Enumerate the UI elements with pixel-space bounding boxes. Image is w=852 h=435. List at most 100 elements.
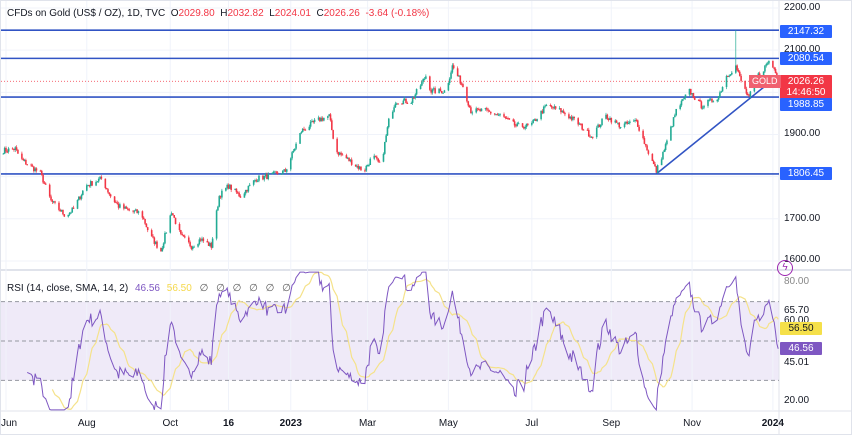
candle-body: [682, 99, 684, 101]
candle-body: [336, 138, 338, 153]
candle-body: [527, 123, 529, 125]
level-tag-2147[interactable]: 2147.32: [780, 25, 832, 38]
candle-body: [182, 235, 185, 237]
candle-body: [125, 206, 128, 209]
candle-body: [654, 164, 656, 167]
candle-body: [406, 102, 409, 104]
candle-body: [295, 143, 297, 149]
candle-body: [221, 190, 223, 198]
rsi-ma-tag: 56.50: [780, 322, 822, 335]
candle-body: [636, 120, 639, 127]
candle-body: [187, 237, 190, 243]
candle-body: [476, 108, 479, 110]
rsi-extra-1: ∅: [216, 283, 225, 294]
candle-body: [211, 238, 214, 248]
candle-body: [554, 106, 557, 109]
candle-body: [731, 72, 733, 75]
candle-body: [774, 68, 777, 74]
candle-body: [108, 192, 111, 195]
candle-body: [304, 129, 307, 131]
candle-body: [128, 209, 130, 211]
candle-body: [22, 158, 25, 161]
time-tick: May: [438, 418, 458, 429]
candle-body: [517, 123, 520, 125]
rsi-legend[interactable]: RSI (14, close, SMA, 14, 2) 46.56 56.50 …: [7, 283, 291, 294]
candle-body: [550, 105, 553, 108]
close-value: 2026.26: [323, 8, 360, 19]
candle-body: [489, 111, 492, 114]
candle-body: [521, 123, 524, 127]
candle-body: [487, 109, 489, 111]
candle-body: [485, 108, 488, 110]
candle-body: [674, 115, 676, 118]
candle-body: [701, 107, 704, 109]
candle-body: [443, 90, 446, 93]
candle-body: [749, 91, 752, 97]
candle-body: [62, 209, 64, 215]
candle-body: [729, 74, 732, 76]
candle-body: [766, 63, 769, 65]
candle-body: [105, 188, 108, 190]
candle-body: [31, 165, 34, 167]
candle-body: [156, 241, 158, 248]
candle-body: [285, 169, 288, 172]
candle-body: [82, 190, 84, 195]
candle-body: [25, 159, 27, 165]
chart-canvas[interactable]: [1, 1, 852, 435]
time-tick: Jul: [525, 418, 539, 429]
candle-body: [577, 118, 579, 125]
candle-body: [699, 99, 701, 102]
candle-body: [97, 178, 100, 182]
chart-window[interactable]: CFDs on Gold (US$ / OZ), 1D, TVC O2029.8…: [0, 0, 852, 435]
candle-body: [340, 152, 342, 155]
candle-body: [764, 65, 766, 72]
candle-body: [303, 128, 305, 130]
candle-body: [368, 164, 370, 166]
candle-body: [737, 70, 740, 72]
candle-body: [291, 152, 293, 159]
candle-body: [671, 126, 674, 128]
candle-body: [466, 87, 468, 102]
level-tag-1988[interactable]: 1988.85: [780, 98, 832, 111]
candle-body: [423, 78, 426, 80]
candle-body: [410, 102, 413, 104]
candle-body: [587, 129, 590, 137]
candle-body: [35, 168, 38, 171]
candle-body: [684, 94, 687, 98]
candle-body: [627, 122, 630, 124]
candle-body: [58, 202, 60, 210]
candle-body: [447, 83, 450, 91]
candle-body: [459, 75, 462, 84]
candle-body: [442, 92, 444, 94]
candle-body: [513, 121, 516, 126]
candle-body: [293, 148, 296, 151]
candle-body: [448, 78, 451, 84]
candle-body: [67, 214, 70, 217]
candle-body: [740, 75, 742, 81]
candle-body: [532, 119, 534, 123]
candle-body: [692, 93, 695, 99]
candle-body: [656, 165, 659, 173]
candle-body: [439, 88, 442, 92]
candle-body: [391, 111, 394, 119]
candle-body: [524, 126, 527, 129]
candle-body: [100, 176, 103, 179]
candle-body: [562, 110, 565, 114]
candle-body: [80, 194, 83, 199]
lightning-icon[interactable]: ϟ: [777, 260, 793, 276]
rsi-tick: 80.00: [784, 276, 810, 287]
level-tag-1806[interactable]: 1806.45: [780, 167, 832, 180]
candle-body: [225, 187, 227, 191]
candle-body: [173, 215, 176, 218]
candle-body: [113, 196, 116, 203]
candle-body: [397, 103, 399, 105]
candle-body: [193, 246, 195, 248]
candle-body: [419, 85, 422, 90]
candle-body: [30, 164, 32, 166]
candle-body: [271, 172, 274, 174]
candle-body: [672, 117, 675, 127]
level-tag-2080[interactable]: 2080.54: [780, 52, 832, 65]
candle-body: [40, 170, 43, 175]
candle-body: [456, 68, 459, 77]
candle-body: [480, 108, 483, 112]
